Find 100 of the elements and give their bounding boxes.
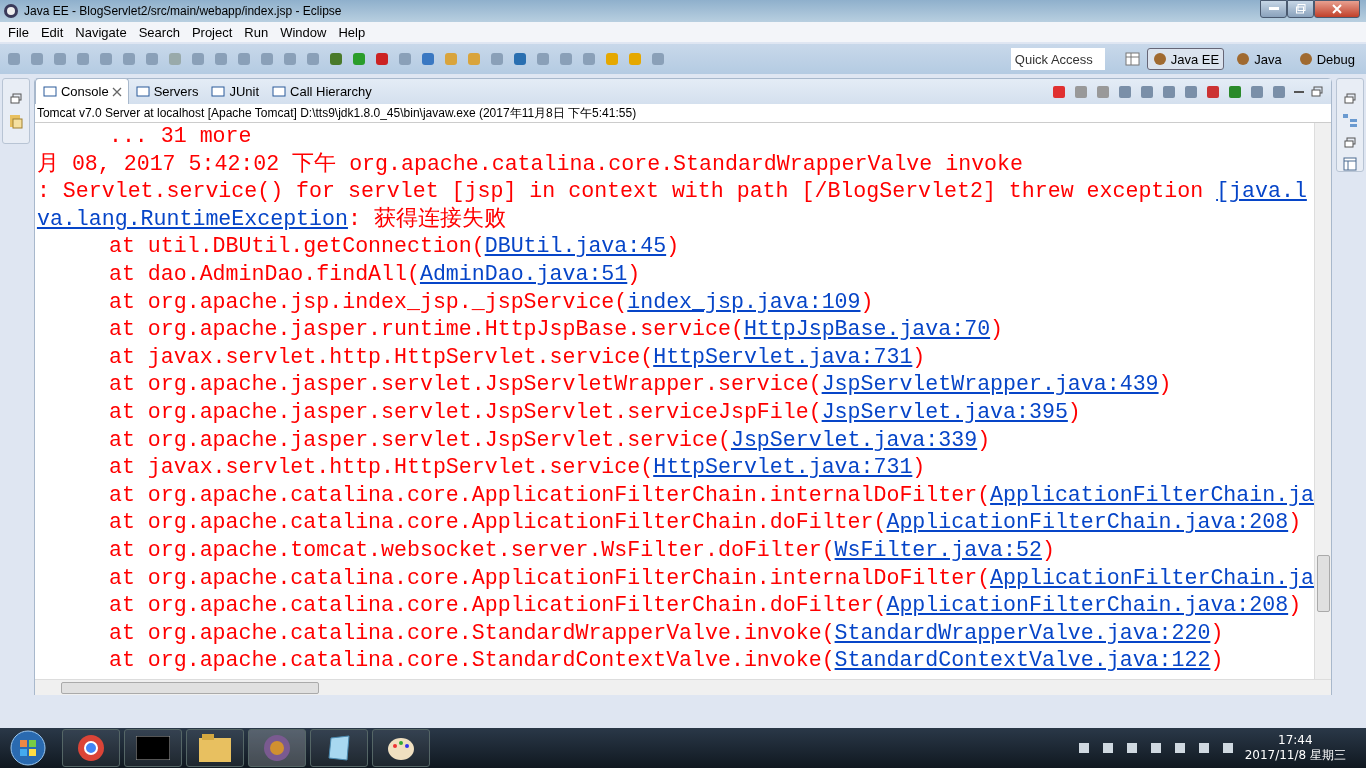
source-link[interactable]: HttpServlet.java:731 [653,344,913,369]
menu-item[interactable]: Edit [34,24,70,40]
console-text: at dao.AdminDao.findAll( [108,261,420,286]
start-button[interactable] [8,728,48,768]
console-text: ) [912,344,926,369]
quick-access-field[interactable]: Quick Access [1010,48,1105,70]
close-icon[interactable] [111,86,122,97]
restore-icon [1295,4,1306,14]
source-link[interactable]: WsFilter.java:52 [834,537,1042,562]
menu-item[interactable]: Navigate [69,24,133,40]
source-link[interactable]: JspServlet.java:339 [730,427,978,452]
source-link[interactable]: StandardWrapperValve.java:220 [834,620,1211,645]
console-text: at org.apache.tomcat.websocket.server.WsFilter.doFilter( [108,537,835,562]
console-text: ) [627,261,641,286]
perspective-button[interactable]: Java [1230,48,1287,70]
console-description: Tomcat v7.0 Server at localhost [Apache Tomcat] D:\tts9\jdk1.8.0_45\bin\javaw.exe (2017年11月8日 下午5:41:55) [34,104,1332,123]
console-text: at org.apache.catalina.core.ApplicationFilterChain.internalDoFilter( [108,565,991,590]
restore-button[interactable] [1287,0,1314,18]
console-text: at util.DBUtil.getConnection( [108,234,485,259]
source-link[interactable]: HttpJspBase.java:70 [743,317,991,342]
console-text: ) [1288,593,1302,618]
console-text: ) [977,427,991,452]
minimize-button[interactable] [1260,0,1287,18]
source-link[interactable]: HttpServlet.java:731 [653,455,913,480]
window-title: Java EE - BlogServlet2/src/main/webapp/index.jsp - Eclipse [24,4,342,18]
eclipse-icon [3,3,19,19]
taskbar-app[interactable] [186,729,244,767]
console-text: ) [1210,620,1224,645]
console-text: ) [1067,399,1081,424]
source-link[interactable]: ApplicationFilterChain.ja [990,565,1315,590]
restore-icon[interactable] [9,93,22,105]
source-link[interactable]: ApplicationFilterChain.ja [990,482,1315,507]
view-tab[interactable]: Call Hierarchy [265,79,378,104]
menu-item[interactable]: Help [332,24,372,40]
console-text: ) [860,289,874,314]
console-text: ... 31 more [108,124,252,148]
tab-icon [210,84,227,99]
scroll-thumb[interactable] [60,682,319,694]
outline-icon[interactable] [1342,113,1358,129]
console-text: at org.apache.jasper.servlet.JspServlet.service( [108,427,731,452]
tab-label: Console [60,84,109,99]
package-explorer-icon[interactable] [7,113,24,129]
console-text: ) [1041,537,1055,562]
tab-label: JUnit [229,84,260,99]
open-perspective-icon[interactable] [1124,51,1141,67]
menu-item[interactable]: Run [238,24,275,40]
minimize-icon [1268,7,1279,11]
perspective-button[interactable]: Java EE [1146,48,1225,70]
vertical-scrollbar[interactable] [1314,123,1332,679]
source-link[interactable]: ApplicationFilterChain.java:208 [886,510,1289,535]
source-link[interactable]: DBUtil.java:45 [484,234,667,259]
console-text: ) [1158,372,1172,397]
menu-item[interactable]: File [2,24,35,40]
source-link[interactable]: index_jsp.java:109 [627,289,861,314]
browser-icon [76,733,106,763]
tab-label: Call Hierarchy [290,84,372,99]
view-tab[interactable]: Console [34,78,129,104]
console-text: at org.apache.jasper.servlet.JspServletWrapper.service( [108,372,822,397]
console-text: at javax.servlet.http.HttpServlet.service( [108,344,654,369]
scroll-thumb[interactable] [1317,555,1331,612]
console-text: : 获得连接失败 [347,206,506,231]
panel-icon[interactable] [1343,157,1357,171]
restore-icon[interactable] [1344,93,1356,105]
console-text: : Servlet.service() for servlet [jsp] in context with path [/BlogServlet2] threw exception [36,179,1205,204]
console-text: at org.apache.catalina.core.ApplicationFilterChain.doFilter( [108,593,887,618]
menu-item[interactable]: Window [274,24,333,40]
menu-item[interactable]: Project [185,24,239,40]
perspective-button[interactable]: Debug [1292,48,1360,70]
notepad-icon [325,734,353,762]
close-button[interactable] [1314,0,1360,18]
source-link[interactable]: JspServletWrapper.java:439 [821,372,1159,397]
menu-item[interactable]: Search [132,24,186,40]
close-icon [1332,4,1342,14]
source-link[interactable]: ApplicationFilterChain.java:208 [886,593,1289,618]
restore-icon[interactable] [1344,137,1356,149]
tab-icon [134,84,151,99]
console-text: at org.apache.catalina.core.StandardWrapperValve.invoke( [108,620,835,645]
console-text: ) [912,455,926,480]
horizontal-scrollbar[interactable] [34,679,1332,695]
source-link[interactable]: JspServlet.java:395 [821,399,1068,424]
view-tab[interactable]: Servers [128,79,205,104]
taskbar-app[interactable] [372,729,430,767]
taskbar-app[interactable] [62,729,120,767]
clock-time[interactable]: 17:44 [1278,732,1313,747]
console-text: at org.apache.jsp.index_jsp._jspService( [108,289,628,314]
source-link[interactable]: [java.l [1216,179,1307,204]
view-tab[interactable]: JUnit [204,79,266,104]
maximize-icon[interactable] [1311,85,1324,98]
console-text: at org.apache.catalina.core.StandardContextValve.invoke( [108,648,835,673]
console-text: at org.apache.catalina.core.ApplicationFilterChain.internalDoFilter( [108,482,991,507]
source-link[interactable]: AdminDao.java:51 [419,261,628,286]
eclipse-icon [263,734,291,762]
console-text: at org.apache.catalina.core.ApplicationFilterChain.doFilter( [108,510,887,535]
console-text: at org.apache.jasper.runtime.HttpJspBase.service( [108,317,744,342]
console-text: ) [1210,648,1224,673]
clock-date[interactable]: 2017/11/8 星期三 [1244,746,1346,764]
taskbar-app[interactable] [310,729,368,767]
source-link[interactable]: StandardContextValve.java:122 [834,648,1211,673]
tab-label: Servers [153,84,199,99]
source-link[interactable]: va.lang.RuntimeException [36,206,348,231]
